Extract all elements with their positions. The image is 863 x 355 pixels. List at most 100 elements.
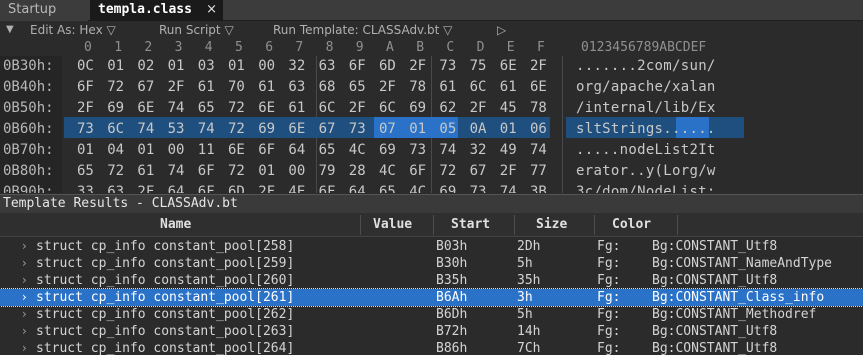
hex-byte[interactable]: 73 — [409, 139, 430, 162]
hex-byte[interactable]: 64 — [349, 181, 370, 193]
hex-byte[interactable]: 75 — [470, 56, 491, 78]
hex-byte[interactable]: 72 — [107, 160, 128, 183]
hex-byte[interactable]: 49 — [500, 139, 521, 162]
hex-row-text[interactable]: 3c/dom/NodeList; — [576, 181, 716, 193]
hex-byte[interactable]: 65 — [198, 97, 219, 120]
hex-byte[interactable]: 03 — [198, 56, 219, 78]
hex-byte[interactable]: 00 — [288, 160, 309, 183]
header-size[interactable]: Size — [536, 213, 567, 237]
hex-byte[interactable]: 28 — [349, 160, 370, 183]
hex-byte[interactable]: 62 — [439, 97, 460, 120]
hex-byte[interactable]: 72 — [439, 160, 460, 183]
hex-byte[interactable]: 74 — [530, 139, 551, 162]
hex-byte[interactable]: 6E — [137, 97, 158, 120]
hex-row-text[interactable]: erator..y(Lorg/w — [576, 160, 716, 183]
hex-byte[interactable]: 79 — [319, 160, 340, 183]
hex-byte[interactable]: 01 — [409, 118, 430, 141]
hex-byte[interactable]: 2F — [409, 56, 430, 78]
hex-byte[interactable]: 2F — [379, 76, 400, 99]
hex-byte[interactable]: 63 — [288, 76, 309, 99]
hex-byte[interactable]: 32 — [470, 139, 491, 162]
expand-chevron-icon[interactable]: › — [22, 306, 27, 323]
hex-byte[interactable]: 61 — [439, 76, 460, 99]
hex-byte[interactable]: 32 — [288, 56, 309, 78]
hex-byte[interactable]: 0A — [470, 118, 491, 141]
hex-byte[interactable]: 6C — [470, 76, 491, 99]
expand-chevron-icon[interactable]: › — [22, 272, 27, 289]
expand-chevron-icon[interactable]: › — [22, 255, 27, 272]
hex-byte[interactable]: 65 — [379, 181, 400, 193]
hex-row-text[interactable]: sltStrings...... — [576, 118, 716, 141]
hex-byte[interactable]: 67 — [319, 118, 340, 141]
expand-chevron-icon[interactable]: › — [22, 238, 27, 255]
hex-row-text[interactable]: .......2com/sun/ — [576, 56, 716, 78]
hex-byte[interactable]: 00 — [168, 139, 189, 162]
hex-byte[interactable]: 6E — [288, 118, 309, 141]
hex-byte[interactable]: 11 — [198, 139, 219, 162]
hex-byte[interactable]: 65 — [319, 139, 340, 162]
hex-byte[interactable]: 72 — [228, 97, 249, 120]
hex-byte[interactable]: 78 — [530, 97, 551, 120]
hex-byte[interactable]: 6C — [379, 97, 400, 120]
hex-byte[interactable]: 72 — [228, 160, 249, 183]
hex-byte[interactable]: 6F — [258, 139, 279, 162]
hex-byte[interactable]: 63 — [319, 56, 340, 78]
expand-chevron-icon[interactable]: › — [22, 323, 27, 340]
hex-byte[interactable]: 73 — [349, 118, 370, 141]
hex-byte[interactable]: 4C — [379, 160, 400, 183]
hex-byte[interactable]: 2F — [77, 97, 98, 120]
hex-byte[interactable]: 05 — [439, 118, 460, 141]
hex-byte[interactable]: 67 — [470, 160, 491, 183]
hex-byte[interactable]: 45 — [500, 97, 521, 120]
hex-byte[interactable]: 2F — [470, 97, 491, 120]
hex-byte[interactable]: 06 — [530, 118, 551, 141]
hex-byte[interactable]: 74 — [137, 118, 158, 141]
run-script-dropdown[interactable]: Run Script ▽ — [159, 21, 234, 39]
template-row[interactable]: › struct cp_info constant_pool[260] B35h 35… — [0, 272, 863, 289]
hex-row-text[interactable]: /internal/lib/Ex — [576, 97, 716, 120]
hex-byte[interactable]: 63 — [107, 181, 128, 193]
hex-byte[interactable]: 4C — [349, 139, 370, 162]
hex-byte[interactable]: 61 — [258, 76, 279, 99]
hex-byte[interactable]: 2F — [258, 181, 279, 193]
hex-byte[interactable]: 77 — [530, 160, 551, 183]
hex-byte[interactable]: 73 — [439, 56, 460, 78]
hex-byte[interactable]: 0C — [77, 56, 98, 78]
hex-byte[interactable]: 6E — [530, 76, 551, 99]
hex-byte[interactable]: 2F — [168, 76, 189, 99]
hex-byte[interactable]: 6F — [319, 181, 340, 193]
hex-byte[interactable]: 6C — [319, 97, 340, 120]
hex-byte[interactable]: 01 — [500, 118, 521, 141]
template-row[interactable]: › struct cp_info constant_pool[259] B30h 5h… — [0, 255, 863, 272]
hex-byte[interactable]: 2F — [137, 181, 158, 193]
hex-byte[interactable]: 64 — [168, 181, 189, 193]
hex-byte[interactable]: 69 — [379, 139, 400, 162]
hex-byte[interactable]: 6F — [409, 160, 430, 183]
header-color[interactable]: Color — [612, 213, 651, 237]
template-row[interactable]: › struct cp_info constant_pool[263] B72h 14… — [0, 323, 863, 340]
hex-byte[interactable]: 61 — [500, 76, 521, 99]
tab-templa-class[interactable]: templa.class × — [90, 0, 223, 21]
hex-byte[interactable]: 01 — [137, 139, 158, 162]
hex-byte[interactable]: 6F — [198, 181, 219, 193]
close-icon[interactable]: × — [206, 0, 217, 20]
hex-byte[interactable]: 61 — [288, 97, 309, 120]
hex-byte[interactable]: 2F — [500, 160, 521, 183]
hex-row-text[interactable]: .....nodeList2It — [576, 139, 716, 162]
hex-byte[interactable]: 53 — [168, 118, 189, 141]
template-row[interactable]: › struct cp_info constant_pool[262] B6Dh 5h… — [0, 306, 863, 323]
hex-byte[interactable]: 72 — [228, 118, 249, 141]
expand-chevron-icon[interactable]: › — [22, 340, 27, 355]
hex-byte[interactable]: 4E — [288, 181, 309, 193]
hex-byte[interactable]: 6E — [500, 56, 521, 78]
hex-byte[interactable]: 01 — [77, 139, 98, 162]
hex-byte[interactable]: 69 — [409, 97, 430, 120]
hex-byte[interactable]: 6C — [107, 118, 128, 141]
hex-byte[interactable]: 02 — [137, 56, 158, 78]
hex-byte[interactable]: 6F — [77, 76, 98, 99]
hex-byte[interactable]: 65 — [77, 160, 98, 183]
hex-byte[interactable]: 07 — [379, 118, 400, 141]
template-row[interactable]: › struct cp_info constant_pool[261] B6Ah 3h… — [0, 288, 863, 307]
hex-byte[interactable]: 3B — [530, 181, 551, 193]
collapse-icon[interactable]: ▼ — [6, 21, 14, 39]
